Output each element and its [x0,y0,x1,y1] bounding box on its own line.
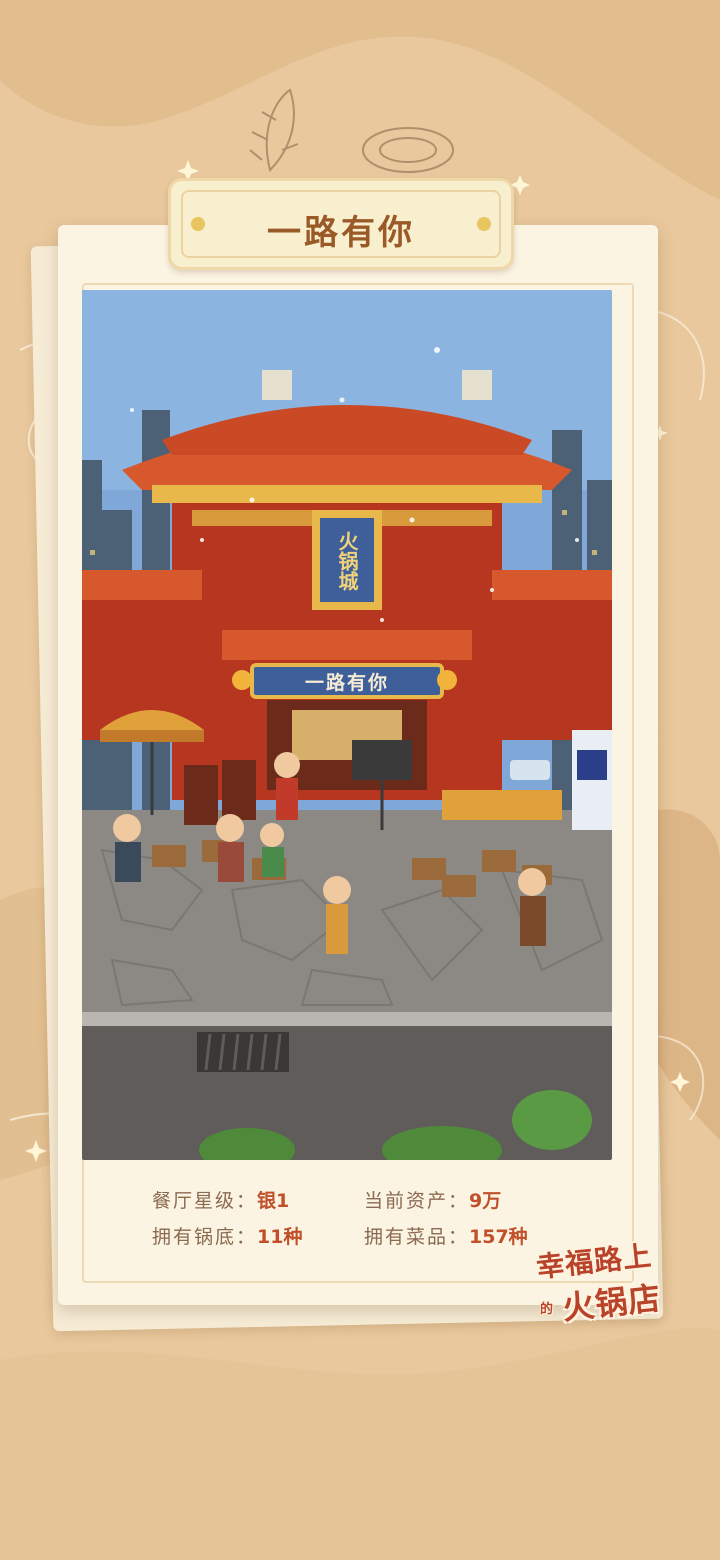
stat-label: 拥有菜品： [364,1226,470,1248]
stat-label: 当前资产： [364,1190,470,1212]
stat-label: 拥有锅底： [152,1226,258,1248]
stat-soup-bases: 拥有锅底：11种 [152,1222,302,1249]
stat-dishes: 拥有菜品：157种 [364,1222,528,1249]
stat-label: 餐厅星级： [152,1190,258,1212]
stat-value: 9万 [469,1190,502,1212]
title-plaque: 一路有你 [168,178,514,270]
card-title: 一路有你 [267,213,415,253]
logo-line2: 火锅店 [560,1278,663,1328]
restaurant-scene: 火锅城 一路有你 [82,290,612,1160]
logo-small: 的 [540,1302,554,1317]
stat-star-level: 餐厅星级：银1 [152,1186,289,1213]
stat-value: 11种 [257,1226,303,1248]
signboard-vertical-text: 火锅城 [335,531,359,591]
scene-illustration [82,290,612,1160]
stat-value: 157种 [469,1226,528,1248]
signboard-banner-text: 一路有你 [304,672,389,694]
stat-assets: 当前资产：9万 [364,1186,501,1213]
stat-value: 银1 [257,1190,290,1212]
game-logo: 幸福路上 的 火锅店 [532,1232,688,1328]
